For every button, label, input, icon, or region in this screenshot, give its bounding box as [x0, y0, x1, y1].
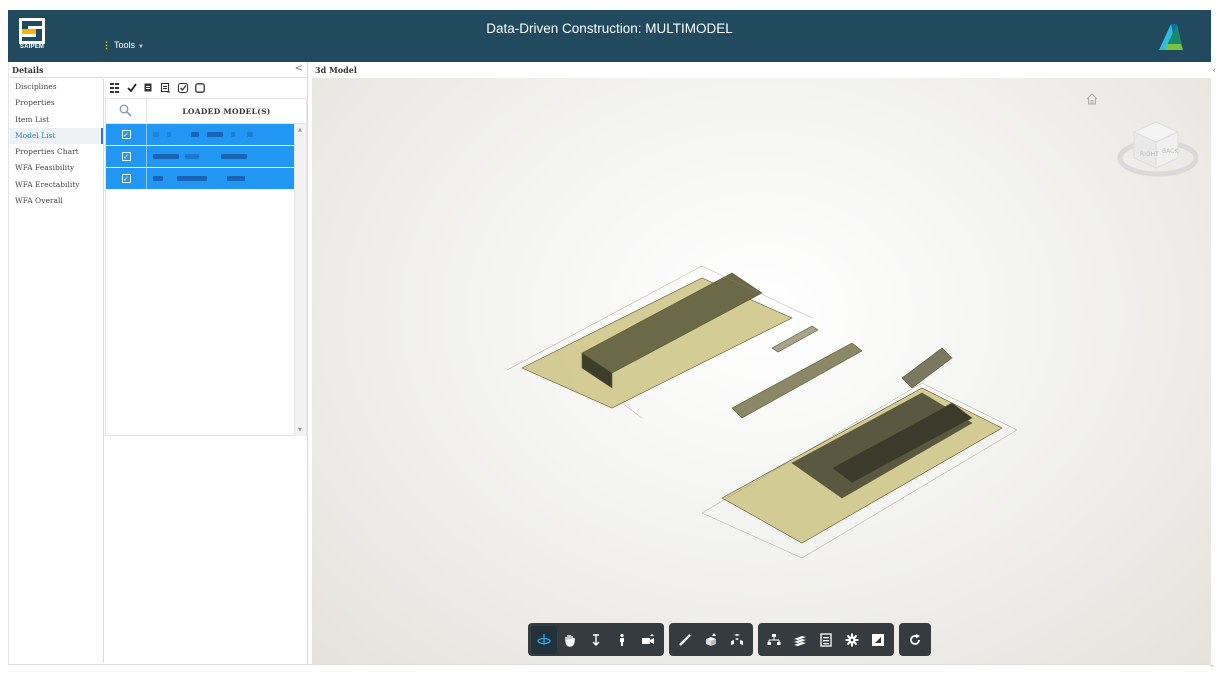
view-cube-icon[interactable]: RIGHT BACK — [1112, 98, 1198, 188]
table-row[interactable]: ✓ — [106, 124, 294, 146]
row-checkbox-cell[interactable]: ✓ — [106, 124, 147, 145]
settings-button[interactable] — [839, 626, 865, 654]
grid-scrollbar[interactable]: ▲ ▼ — [294, 124, 306, 436]
scroll-up-icon[interactable]: ▲ — [298, 127, 302, 133]
checkbox-checked-icon[interactable]: ✓ — [121, 174, 131, 183]
viewer-toolbar — [528, 623, 931, 656]
reset-icon — [910, 633, 920, 645]
model-name-redacted — [147, 168, 294, 189]
measure-tool-button[interactable] — [672, 626, 698, 654]
details-nav: Disciplines Properties Item List Model L… — [9, 79, 104, 663]
nav-item-wfa-overall[interactable]: WFA Overall — [9, 193, 103, 209]
section-icon — [706, 632, 716, 646]
camera-tool-button[interactable] — [635, 626, 661, 654]
checkbox-checked-icon[interactable]: ✓ — [121, 152, 131, 161]
model-browser-button[interactable] — [761, 626, 787, 654]
tools-label: Tools — [114, 40, 136, 50]
dolly-tool-button[interactable] — [583, 626, 609, 654]
reset-tools-group — [899, 623, 931, 656]
search-icon[interactable] — [119, 104, 132, 117]
pan-tool-button[interactable] — [557, 626, 583, 654]
logo-text: SAIPEM — [19, 44, 45, 50]
pan-icon — [565, 634, 575, 647]
measure-icon — [679, 633, 691, 646]
explode-tool-button[interactable] — [724, 626, 750, 654]
properties-icon — [820, 632, 832, 647]
details-panel: Details < Disciplines Properties Item Li… — [8, 62, 308, 664]
nav-item-disciplines[interactable]: Disciplines — [9, 79, 103, 95]
analysis-tools-group — [669, 623, 753, 656]
collapse-panel-button[interactable]: < — [295, 63, 303, 74]
checkbox-checked-icon[interactable]: ✓ — [121, 130, 131, 139]
app-header: SAIPEM ⋮ Tools ▼ Data-Driven Construction:… — [8, 10, 1211, 62]
settings-icon — [845, 633, 859, 646]
svg-text:BACK: BACK — [1162, 148, 1179, 155]
autodesk-logo-icon — [1159, 24, 1183, 50]
viewer-panel: 3d Model RIGHT BACK — [312, 62, 1211, 664]
viewer-header: 3d Model — [312, 62, 1211, 78]
details-panel-header: Details < — [9, 62, 307, 78]
camera-icon — [642, 633, 654, 644]
model-list-toolbar — [105, 79, 308, 97]
grid-icon[interactable] — [109, 83, 120, 94]
check-square-icon[interactable] — [177, 83, 188, 94]
orbit-tool-button[interactable] — [531, 625, 557, 654]
fullscreen-icon — [872, 633, 884, 646]
model-list-pane: LOADED MODEL(S) ✓ ✓ ✓ ▲ ▼ — [105, 79, 308, 663]
nav-item-wfa-feasibility[interactable]: WFA Feasibility — [9, 160, 103, 176]
explode-icon — [731, 633, 743, 645]
first-person-icon — [620, 633, 624, 646]
layers-icon — [794, 635, 806, 646]
table-row[interactable]: ✓ — [106, 146, 294, 168]
table-row[interactable]: ✓ — [106, 168, 294, 190]
3d-canvas[interactable]: RIGHT BACK — [312, 78, 1211, 664]
row-checkbox-cell[interactable]: ✓ — [106, 146, 147, 167]
model-tools-group — [758, 623, 894, 656]
square-icon[interactable] — [194, 83, 205, 94]
document-list-icon[interactable] — [160, 83, 171, 94]
svg-text:RIGHT: RIGHT — [1140, 151, 1159, 158]
first-person-tool-button[interactable] — [609, 626, 635, 654]
layers-button[interactable] — [787, 626, 813, 654]
navigation-tools-group — [528, 623, 664, 656]
scroll-down-icon[interactable]: ▼ — [298, 427, 302, 433]
model-name-redacted — [147, 146, 294, 167]
loaded-models-column-header: LOADED MODEL(S) — [182, 107, 271, 116]
model-browser-icon — [767, 633, 781, 645]
page-title: Data-Driven Construction: MULTIMODEL — [486, 21, 733, 36]
dolly-icon — [592, 633, 600, 646]
menu-dots-icon: ⋮ — [102, 40, 111, 50]
section-tool-button[interactable] — [698, 626, 724, 654]
loaded-models-grid: LOADED MODEL(S) ✓ ✓ ✓ ▲ ▼ — [105, 98, 307, 436]
details-title: Details — [12, 65, 44, 75]
tools-menu[interactable]: ⋮ Tools ▼ — [102, 40, 144, 51]
status-divider — [8, 664, 1211, 665]
nav-item-properties-chart[interactable]: Properties Chart — [9, 144, 103, 160]
grid-header: LOADED MODEL(S) — [106, 99, 306, 124]
properties-button[interactable] — [813, 626, 839, 654]
home-icon[interactable] — [1085, 92, 1099, 106]
nav-item-model-list[interactable]: Model List — [9, 127, 103, 145]
reset-view-button[interactable] — [902, 626, 928, 654]
caret-down-icon: ▼ — [138, 44, 144, 50]
model-name-redacted — [147, 124, 294, 145]
fullscreen-button[interactable] — [865, 626, 891, 654]
nav-item-properties[interactable]: Properties — [9, 95, 103, 111]
nav-item-wfa-erectability[interactable]: WFA Erectability — [9, 177, 103, 193]
document-icon[interactable] — [143, 83, 154, 94]
3d-model-render — [506, 265, 1018, 559]
collapse-right-icon[interactable]: ‹ — [1212, 66, 1216, 76]
nav-item-item-list[interactable]: Item List — [9, 112, 103, 128]
grid-search-cell[interactable] — [106, 99, 147, 123]
orbit-icon — [537, 633, 551, 645]
viewer-title: 3d Model — [315, 65, 357, 75]
row-checkbox-cell[interactable]: ✓ — [106, 168, 147, 189]
scroll-up-icon[interactable]: ⌃ — [1209, 664, 1215, 672]
checkmark-icon[interactable] — [126, 83, 137, 94]
